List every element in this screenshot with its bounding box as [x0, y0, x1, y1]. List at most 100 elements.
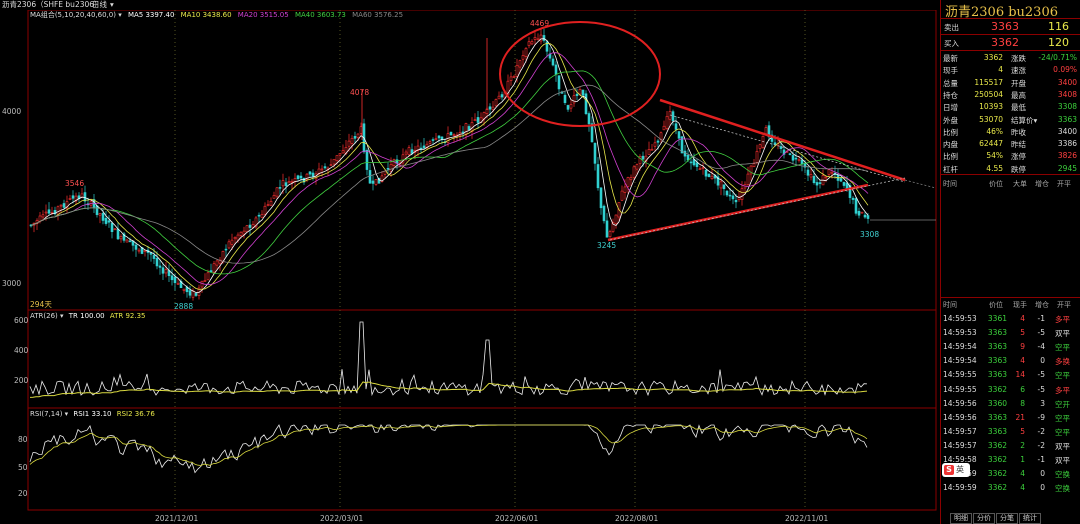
candle-body	[272, 195, 276, 199]
candle-body	[239, 231, 243, 236]
candle-body	[722, 184, 726, 189]
quote-value: -24/0.71%	[1038, 53, 1077, 62]
quote-row: 内盘 62447 昨结 3386	[941, 137, 1080, 149]
tick-header-1: 价位	[989, 301, 1003, 309]
candle-body	[536, 38, 540, 41]
candle-body	[683, 150, 687, 157]
quote-value: 250504	[974, 89, 1003, 99]
tick-row[interactable]: 14:59:57 3362 2 -2 双平	[941, 439, 1080, 452]
tick-row[interactable]: 14:59:59 3362 4 0 空换	[941, 481, 1080, 494]
candle-body	[335, 155, 339, 161]
candle-body	[563, 94, 567, 103]
candle-body	[182, 288, 186, 291]
candle-body	[608, 231, 612, 238]
tick-type: 双平	[1055, 456, 1070, 465]
candle-body	[629, 177, 633, 181]
candle-body	[200, 280, 204, 288]
tab-price[interactable]: 分价	[973, 513, 995, 524]
candle-body	[542, 35, 546, 41]
candle-body	[338, 153, 342, 156]
tab-detail[interactable]: 明细	[950, 513, 972, 524]
tick-row[interactable]: 14:59:54 3363 4 0 多换	[941, 354, 1080, 367]
candle-body	[206, 272, 210, 281]
ma-group-label[interactable]: MA组合(5,10,20,40,60,0)	[30, 11, 116, 19]
candle-body	[734, 199, 738, 203]
candle-body	[464, 123, 468, 136]
bid-row[interactable]: 买入 3362 120	[941, 35, 1080, 51]
quote-row: 比例 54% 涨停 3826	[941, 149, 1080, 161]
ask-row[interactable]: 卖出 3363 116	[941, 19, 1080, 35]
tick-volume: 4	[1020, 469, 1025, 479]
candle-body	[368, 170, 372, 184]
candle-body	[731, 195, 735, 200]
sogou-icon[interactable]: S	[944, 465, 954, 475]
candle-body	[710, 175, 714, 180]
candle-body	[365, 149, 369, 170]
candle-body	[752, 163, 756, 167]
candle-body	[515, 65, 519, 77]
tick-row[interactable]: 14:59:56 3363 21 -9 空平	[941, 411, 1080, 424]
candle-body	[539, 34, 543, 42]
candle-body	[311, 172, 315, 177]
candle-body	[341, 150, 345, 154]
candle-body	[230, 239, 234, 245]
tab-stats[interactable]: 统计	[1019, 513, 1041, 524]
ime-toolbar[interactable]: S 英	[942, 463, 970, 477]
candle-body	[863, 214, 867, 218]
quote-value: 53070	[979, 114, 1003, 124]
candle-body	[557, 75, 561, 90]
rsi1-value: RSI1 33.10	[73, 410, 112, 418]
tick-row[interactable]: 14:59:55 3362 6 -5 多平	[941, 383, 1080, 396]
atr-name[interactable]: ATR(26)	[30, 312, 58, 320]
quote-value: 3386	[1057, 139, 1077, 149]
period-label[interactable]: 日线	[92, 0, 107, 10]
date-tick-4: 2022/08/01	[615, 514, 658, 523]
candle-body	[824, 176, 828, 179]
quote-row: 比例 46% 昨收 3400	[941, 125, 1080, 137]
tick-row[interactable]: 14:59:53 3361 4 -1 多平	[941, 312, 1080, 325]
tick-time: 14:59:53	[943, 328, 977, 338]
quote-value: 115517	[974, 77, 1003, 87]
candle-body	[350, 138, 354, 144]
tick-header-3: 增仓	[1035, 301, 1049, 309]
candle-body	[794, 157, 798, 160]
candle-body	[116, 228, 120, 240]
quote-value: 62447	[979, 139, 1003, 149]
tick-row[interactable]: 14:59:54 3363 9 -4 空平	[941, 340, 1080, 353]
ask-volume: 116	[1048, 20, 1069, 33]
tick-row[interactable]: 14:59:53 3363 5 -5 双平	[941, 326, 1080, 339]
tick-price: 3362	[987, 384, 1007, 394]
tick-row[interactable]: 14:59:55 3363 14 -5 空平	[941, 368, 1080, 381]
candle-body	[449, 131, 453, 136]
candle-body	[554, 64, 558, 75]
period-dropdown-icon[interactable]: ▾	[110, 0, 114, 10]
candle-body	[620, 190, 624, 201]
depth-header-3: 增仓	[1035, 180, 1049, 188]
tick-header-4: 开平	[1057, 301, 1071, 309]
candle-body	[581, 89, 585, 96]
tick-volume: 1	[1020, 455, 1025, 464]
candle-body	[233, 237, 237, 240]
tick-row[interactable]: 14:59:57 3363 5 -2 空平	[941, 425, 1080, 438]
candle-body	[473, 119, 477, 121]
main-chart[interactable]: 4000 3000 4469 4078 3546 2888 3245 3308 …	[0, 0, 940, 524]
candle-body	[695, 162, 699, 167]
tick-row[interactable]: 14:59:56 3360 8 3 空开	[941, 397, 1080, 410]
candle-body	[866, 215, 870, 219]
candle-body	[98, 213, 102, 216]
candle-body	[374, 179, 378, 185]
candle-body	[332, 158, 336, 165]
quote-row: 日增 10393 最低 3308	[941, 100, 1080, 112]
candle-body	[800, 159, 804, 165]
candle-body	[95, 205, 99, 215]
ime-mode[interactable]: 英	[956, 465, 964, 475]
rsi-name[interactable]: RSI(7,14)	[30, 410, 62, 418]
quote-value: 3362	[983, 53, 1003, 62]
candle-body	[755, 151, 759, 163]
rsi2-value: RSI2 36.76	[116, 410, 155, 418]
highlight-circle	[499, 21, 661, 127]
candle-body	[47, 209, 51, 214]
tick-volume: 4	[1020, 483, 1025, 493]
tab-trades[interactable]: 分笔	[996, 513, 1018, 524]
candle-body	[701, 167, 705, 169]
